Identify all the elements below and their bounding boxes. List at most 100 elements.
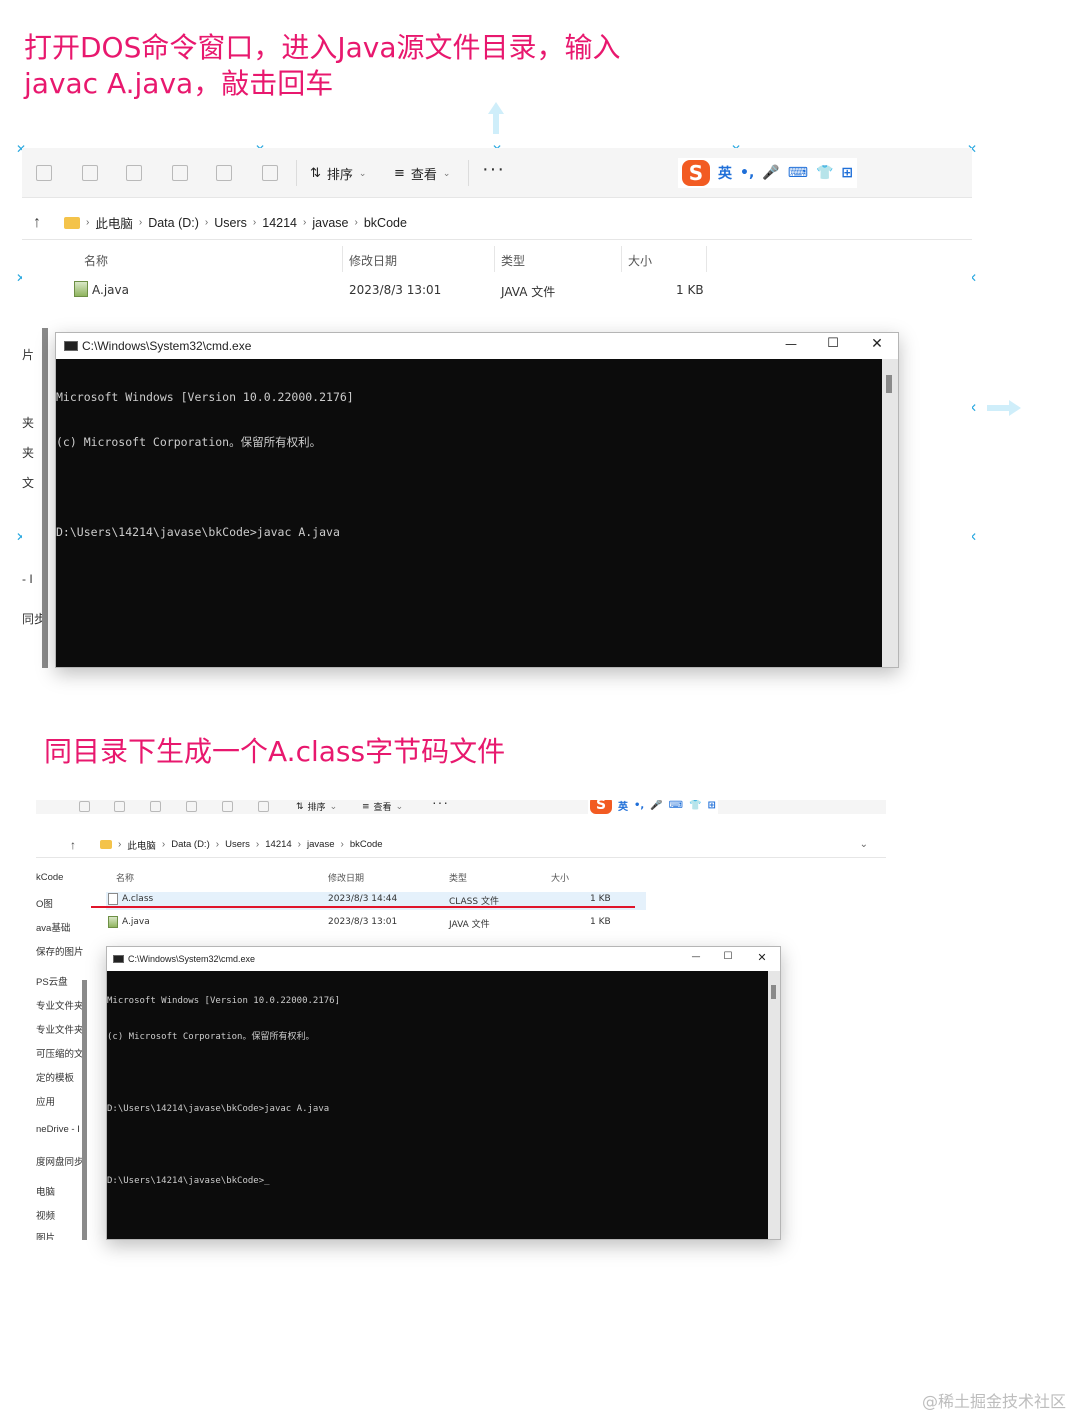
sidebar-item[interactable]: 片 xyxy=(22,346,34,363)
skin-icon[interactable]: 👕 xyxy=(689,800,701,811)
ime-toolbar[interactable]: S 英 •, 🎤 ⌨ 👕 ⊞ xyxy=(678,158,858,188)
column-header-date[interactable]: 修改日期 xyxy=(328,871,364,884)
sidebar-item[interactable]: - I xyxy=(22,572,33,586)
breadcrumb-item[interactable]: Users xyxy=(214,216,247,230)
sidebar-item[interactable]: neDrive - I xyxy=(36,1124,80,1135)
breadcrumb-item[interactable]: 14214 xyxy=(265,839,291,850)
ime-language[interactable]: 英 xyxy=(618,800,628,813)
resize-arrow-right-icon[interactable] xyxy=(985,398,1023,418)
paste-icon[interactable] xyxy=(126,165,142,181)
column-header-size[interactable]: 大小 xyxy=(551,871,569,884)
sidebar-item[interactable]: 应用 xyxy=(36,1094,55,1108)
sidebar-item[interactable]: PS云盘 xyxy=(36,974,68,988)
chevron-down-icon[interactable]: ⌄ xyxy=(860,839,868,850)
microphone-icon[interactable]: 🎤 xyxy=(762,165,779,181)
sidebar-scrollbar[interactable] xyxy=(82,980,87,1240)
sidebar-item[interactable]: O图 xyxy=(36,896,53,910)
sidebar-item[interactable]: kCode xyxy=(36,872,63,883)
minimize-button[interactable]: — xyxy=(684,952,708,962)
share-icon[interactable] xyxy=(216,165,232,181)
breadcrumb-item[interactable]: 此电脑 xyxy=(127,838,156,852)
close-button[interactable]: ✕ xyxy=(862,336,892,352)
column-divider[interactable] xyxy=(342,246,343,272)
breadcrumb-item[interactable]: bkCode xyxy=(364,216,407,230)
up-arrow-icon[interactable]: ↑ xyxy=(58,838,88,852)
sidebar-item[interactable]: 专业文件夹 xyxy=(36,1022,84,1036)
column-header-size[interactable]: 大小 xyxy=(628,252,652,269)
sogou-logo-icon[interactable]: S xyxy=(682,160,710,186)
file-row[interactable]: A.java 2023/8/3 13:01 JAVA 文件 1 KB xyxy=(106,915,646,933)
sidebar-item[interactable]: 文 xyxy=(22,474,34,491)
breadcrumb-item[interactable]: Data (D:) xyxy=(171,839,210,850)
cut-icon[interactable] xyxy=(79,801,90,812)
column-header-name[interactable]: 名称 xyxy=(84,252,108,269)
sidebar-item[interactable]: 视频 xyxy=(36,1208,55,1222)
sidebar-scrollbar[interactable] xyxy=(42,328,48,668)
more-options-button[interactable]: ··· xyxy=(432,800,449,810)
cmd-scrollbar[interactable] xyxy=(882,359,898,667)
copy-icon[interactable] xyxy=(114,801,125,812)
sidebar-item[interactable]: 专业文件夹 xyxy=(36,998,84,1012)
microphone-icon[interactable]: 🎤 xyxy=(650,800,662,811)
delete-icon[interactable] xyxy=(258,801,269,812)
scrollbar-thumb[interactable] xyxy=(886,375,892,393)
cmd-window[interactable]: C:\Windows\System32\cmd.exe — ☐ ✕ Micros… xyxy=(106,946,781,1240)
toolbox-grid-icon[interactable]: ⊞ xyxy=(841,165,853,181)
sidebar-item[interactable]: 定的模板 xyxy=(36,1070,74,1084)
view-button[interactable]: ≡ 查看 ⌄ xyxy=(362,800,403,814)
ime-punctuation-icon[interactable]: •, xyxy=(634,800,644,811)
ime-toolbar[interactable]: S 英 •, 🎤 ⌨ 👕 ⊞ xyxy=(588,800,718,814)
column-divider[interactable] xyxy=(621,246,622,272)
sidebar-item[interactable]: 图片 xyxy=(36,1230,55,1240)
cmd-window[interactable]: C:\Windows\System32\cmd.exe — ☐ ✕ Micros… xyxy=(55,332,899,668)
breadcrumb-item[interactable]: bkCode xyxy=(350,839,383,850)
column-divider[interactable] xyxy=(494,246,495,272)
share-icon[interactable] xyxy=(222,801,233,812)
toolbox-grid-icon[interactable]: ⊞ xyxy=(708,800,716,811)
sidebar-item[interactable]: 电脑 xyxy=(36,1184,55,1198)
breadcrumb-item[interactable]: javase xyxy=(312,216,348,230)
copy-icon[interactable] xyxy=(82,165,98,181)
resize-arrow-up-icon[interactable] xyxy=(486,100,506,136)
cmd-title-bar[interactable]: C:\Windows\System32\cmd.exe — ☐ ✕ xyxy=(107,947,780,971)
column-divider[interactable] xyxy=(706,246,707,272)
breadcrumb-item[interactable]: 14214 xyxy=(262,216,297,230)
sidebar-item[interactable]: 可压缩的文 xyxy=(36,1046,84,1060)
cmd-scrollbar[interactable] xyxy=(768,971,780,1239)
view-button[interactable]: ≡ 查看 ⌄ xyxy=(394,164,450,183)
cmd-title-bar[interactable]: C:\Windows\System32\cmd.exe — ☐ ✕ xyxy=(56,333,898,359)
address-bar[interactable]: ↑ › 此电脑 › Data (D:) › Users › 14214 › ja… xyxy=(22,206,972,240)
sort-button[interactable]: ⇅ 排序 ⌄ xyxy=(310,164,366,183)
sogou-logo-icon[interactable]: S xyxy=(590,800,612,814)
maximize-button[interactable]: ☐ xyxy=(716,951,740,962)
minimize-button[interactable]: — xyxy=(776,337,806,351)
more-options-button[interactable]: ··· xyxy=(482,158,505,181)
skin-icon[interactable]: 👕 xyxy=(816,165,833,181)
column-header-type[interactable]: 类型 xyxy=(501,252,525,269)
breadcrumb-item[interactable]: Users xyxy=(225,839,250,850)
breadcrumb-item[interactable]: javase xyxy=(307,839,334,850)
scrollbar-thumb[interactable] xyxy=(771,985,776,999)
sidebar-item[interactable]: 保存的图片 xyxy=(36,944,84,958)
rename-icon[interactable] xyxy=(186,801,197,812)
cmd-output[interactable]: Microsoft Windows [Version 10.0.22000.21… xyxy=(56,360,898,570)
sidebar-item[interactable]: ava基础 xyxy=(36,920,70,934)
delete-icon[interactable] xyxy=(262,165,278,181)
file-row[interactable]: A.java 2023/8/3 13:01 JAVA 文件 1 KB xyxy=(72,280,712,302)
sidebar-item[interactable]: 夹 xyxy=(22,444,34,461)
sort-button[interactable]: ⇅ 排序 ⌄ xyxy=(296,800,337,814)
close-button[interactable]: ✕ xyxy=(750,951,774,964)
address-bar[interactable]: ↑ › 此电脑 › Data (D:) › Users › 14214 › ja… xyxy=(36,832,886,858)
maximize-button[interactable]: ☐ xyxy=(818,336,848,351)
ime-punctuation-icon[interactable]: •, xyxy=(740,165,754,181)
rename-icon[interactable] xyxy=(172,165,188,181)
column-header-type[interactable]: 类型 xyxy=(449,871,467,884)
breadcrumb-item[interactable]: 此电脑 xyxy=(95,213,133,232)
ime-language[interactable]: 英 xyxy=(718,163,732,183)
cut-icon[interactable] xyxy=(36,165,52,181)
sidebar-item[interactable]: 夹 xyxy=(22,414,34,431)
column-header-date[interactable]: 修改日期 xyxy=(349,252,397,269)
breadcrumb-item[interactable]: Data (D:) xyxy=(148,216,199,230)
cmd-output[interactable]: Microsoft Windows [Version 10.0.22000.21… xyxy=(107,971,780,1211)
sidebar-item[interactable]: 度网盘同步 xyxy=(36,1154,84,1168)
